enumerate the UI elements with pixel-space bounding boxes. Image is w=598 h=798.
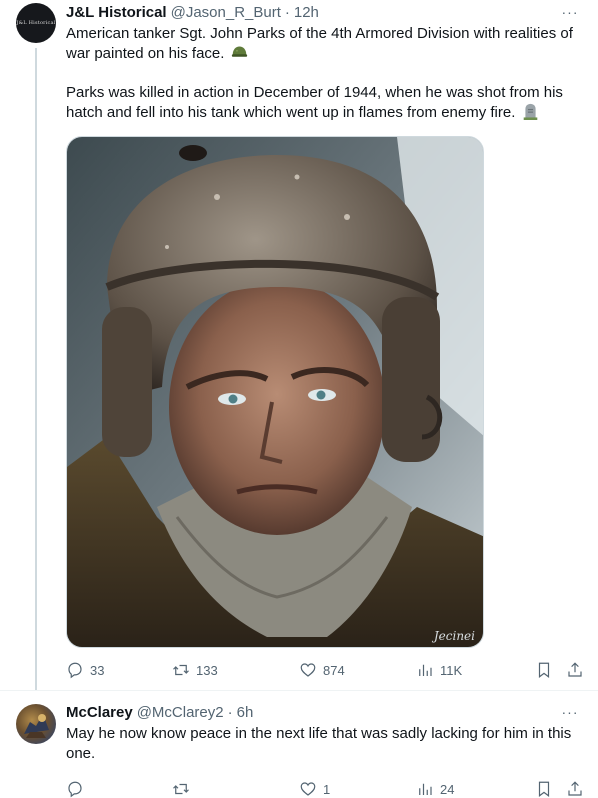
share-button[interactable] (566, 779, 584, 798)
bookmark-button[interactable] (535, 660, 553, 680)
headstone-emoji (523, 103, 537, 120)
retweet-button[interactable]: 133 (172, 660, 218, 680)
reply-button[interactable] (66, 779, 90, 798)
author-handle[interactable]: @McClarey2 (137, 704, 224, 721)
bookmark-icon (538, 781, 550, 797)
reply-text: May he now know peace in the next life t… (66, 725, 572, 762)
author-name[interactable]: McClarey (66, 704, 133, 721)
reply-count: 33 (90, 662, 105, 678)
like-button[interactable]: 874 (299, 660, 345, 680)
views-button[interactable]: 24 (416, 779, 454, 798)
image-signature: Jecinei (431, 629, 475, 643)
retweet-button[interactable] (172, 779, 196, 798)
avatar[interactable]: J&L Historical (16, 3, 56, 43)
like-count: 1 (323, 781, 331, 797)
reply-icon (68, 662, 82, 679)
soldier-portrait-image: Jecinei (67, 137, 483, 647)
views-button[interactable]: 11K (416, 660, 462, 680)
reply-header: McClarey @McClarey2 · 6h (66, 702, 253, 722)
reply-action-bar: 1 24 (66, 779, 586, 798)
timestamp[interactable]: 12h (294, 4, 319, 21)
share-icon (568, 662, 582, 677)
tweet-photo[interactable]: Jecinei (66, 136, 484, 648)
main-tweet[interactable]: J&L Historical J&L Historical @Jason_R_B… (0, 0, 598, 690)
share-icon (568, 781, 582, 796)
share-button[interactable] (566, 660, 584, 680)
tweet-header: J&L Historical @Jason_R_Burt · 12h (66, 2, 319, 22)
avatar-logo-text: J&L Historical (16, 20, 56, 26)
like-icon (300, 782, 316, 796)
author-name[interactable]: J&L Historical (66, 4, 167, 21)
like-icon (300, 663, 316, 677)
timestamp[interactable]: 6h (237, 704, 254, 721)
separator-dot: · (227, 703, 233, 721)
retweet-icon (173, 783, 189, 795)
thread-line (35, 48, 37, 690)
author-handle[interactable]: @Jason_R_Burt (171, 4, 281, 21)
tweet-text-paragraph-2: Parks was killed in action in December o… (66, 83, 586, 123)
more-icon[interactable]: ··· (560, 2, 580, 22)
separator-dot: · (284, 3, 290, 21)
bookmark-button[interactable] (535, 779, 553, 798)
views-count: 11K (440, 662, 463, 678)
reply-button[interactable]: 33 (66, 660, 104, 680)
tweet-text-2: Parks was killed in action in December o… (66, 84, 563, 121)
tweet-text-paragraph-1: American tanker Sgt. John Parks of the 4… (66, 24, 586, 64)
tweet-text-1: American tanker Sgt. John Parks of the 4… (66, 25, 573, 62)
retweet-count: 133 (196, 662, 218, 678)
like-button[interactable]: 1 (299, 779, 330, 798)
bookmark-icon (538, 662, 550, 678)
reply-icon (68, 781, 82, 798)
military-helmet-emoji (231, 46, 247, 57)
retweet-icon (173, 664, 189, 676)
avatar-image (24, 714, 49, 738)
views-icon (419, 664, 432, 676)
tweet-action-bar: 33 133 874 11K (66, 660, 586, 680)
views-count: 24 (440, 781, 455, 797)
views-icon (419, 783, 432, 795)
more-icon[interactable]: ··· (560, 702, 580, 722)
like-count: 874 (323, 662, 345, 678)
avatar[interactable] (16, 704, 56, 744)
